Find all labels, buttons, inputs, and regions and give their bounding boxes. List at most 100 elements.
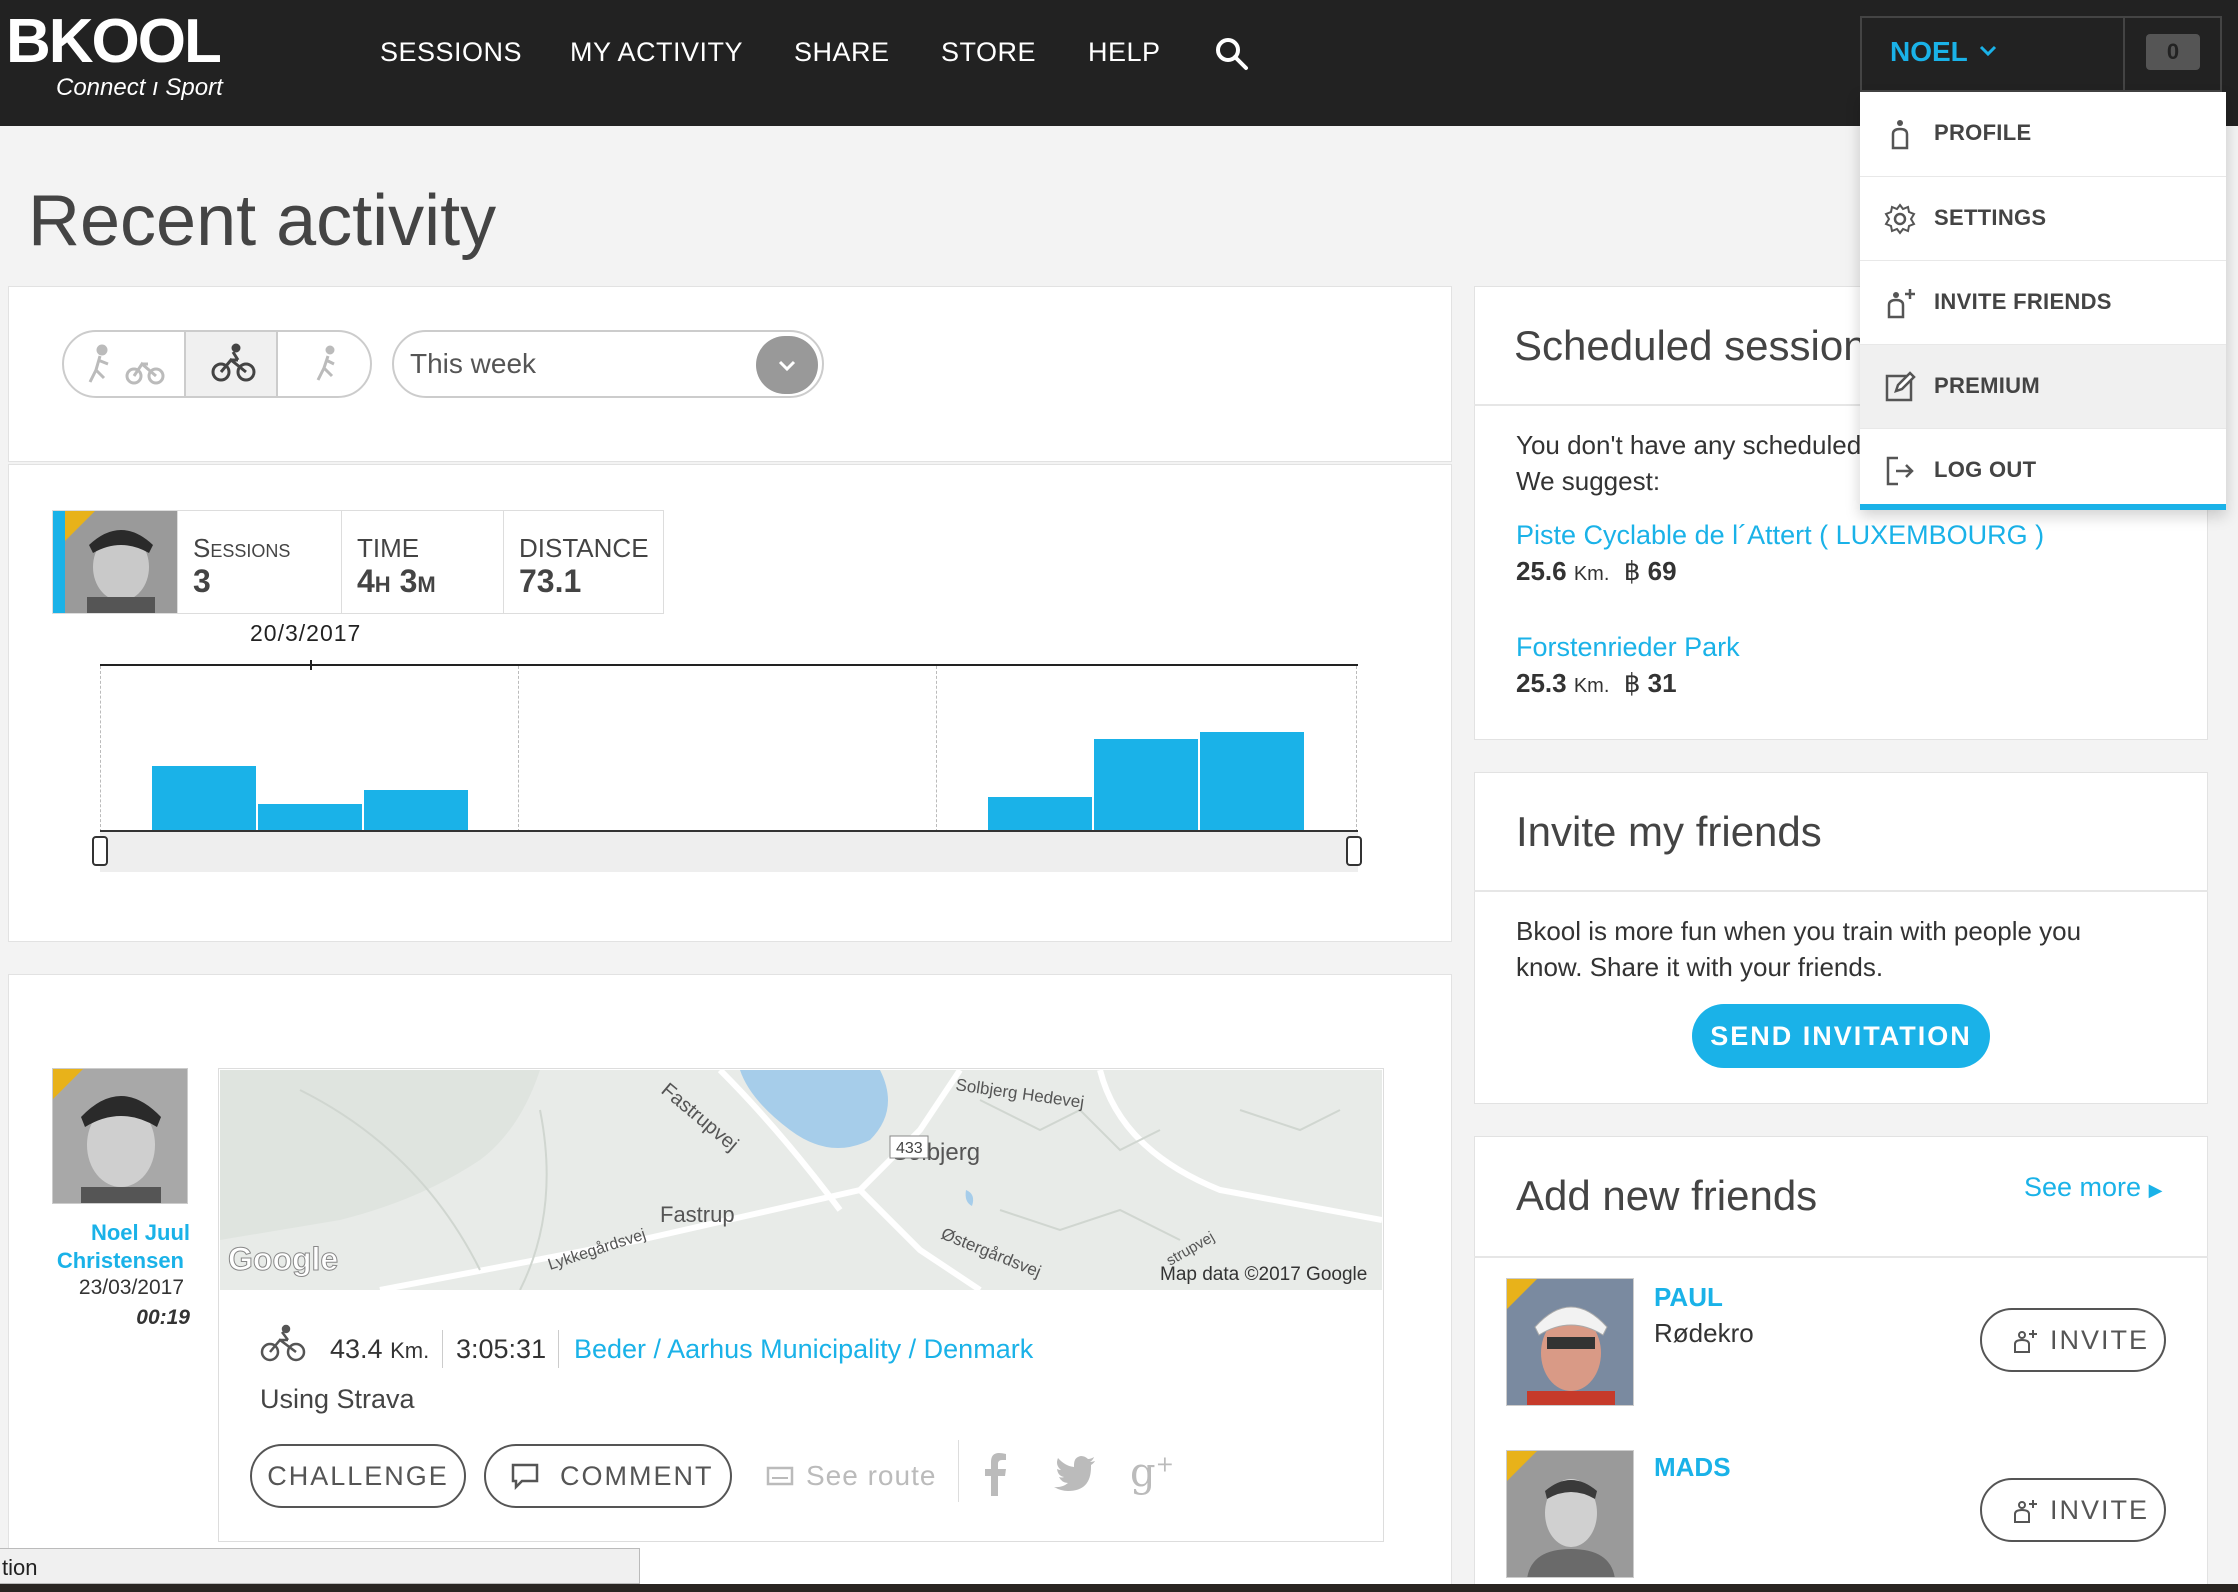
invite-mads-button[interactable]: INVITE — [1980, 1478, 2166, 1542]
arrow-right-icon: ▶ — [2148, 1180, 2163, 1200]
time-value: 4h 3m — [357, 563, 436, 599]
user-name[interactable]: NOEL — [1890, 36, 1968, 68]
map-road-number: 433 — [896, 1140, 923, 1157]
suggestion-1-stats: 25.6 Km. ฿ 69 — [1516, 556, 1677, 587]
range-slider-left-handle[interactable] — [92, 836, 108, 866]
challenge-button[interactable]: CHALLENGE — [250, 1444, 466, 1508]
map-attribution: Map data ©2017 Google — [1160, 1264, 1367, 1285]
friend-avatar-paul[interactable] — [1506, 1278, 1634, 1406]
status-bar-text: tion — [2, 1555, 38, 1580]
chart-bar[interactable] — [152, 766, 256, 832]
chart-bar[interactable] — [1200, 732, 1304, 832]
suggestion-1-unit: Km. — [1573, 563, 1610, 585]
chevron-down-icon[interactable] — [1978, 44, 1998, 58]
chart-bar[interactable] — [1094, 739, 1198, 832]
menu-item-premium[interactable]: PREMIUM — [1860, 344, 2226, 428]
distance-value: 73.1 — [519, 563, 582, 599]
stats-accent-bar — [53, 511, 65, 613]
activity-distance: 43.4 Km. — [330, 1334, 429, 1365]
messages-count-badge[interactable]: 0 — [2146, 34, 2200, 70]
menu-item-profile[interactable]: PROFILE — [1860, 92, 2226, 176]
send-invitation-button[interactable]: SEND INVITATION — [1692, 1004, 1990, 1068]
comment-button[interactable]: COMMENT — [484, 1444, 732, 1508]
running-tab[interactable] — [278, 332, 370, 396]
premium-corner-badge — [65, 511, 95, 541]
range-slider-right-handle[interactable] — [1346, 836, 1362, 866]
nav-store[interactable]: STORE — [941, 30, 1036, 74]
menu-item-log-out[interactable]: LOG OUT — [1860, 428, 2226, 512]
add-user-icon — [2012, 1328, 2038, 1361]
chart-bar[interactable] — [988, 797, 1092, 832]
chart-bar[interactable] — [364, 790, 468, 832]
period-value: This week — [410, 348, 537, 379]
route-icon[interactable] — [766, 1464, 794, 1488]
premium-corner-badge — [1507, 1451, 1537, 1481]
bkool-coin-icon: ฿ — [1623, 668, 1641, 698]
google-plus-icon[interactable]: g+ — [1130, 1450, 1174, 1496]
invite-text-line1: Bkool is more fun when you train with pe… — [1516, 916, 2082, 946]
twitter-icon[interactable] — [1054, 1456, 1096, 1492]
cycling-icon — [258, 1324, 310, 1364]
activity-user-name[interactable]: Noel Juul — [40, 1220, 190, 1246]
range-slider-track[interactable] — [100, 832, 1358, 872]
comment-icon — [510, 1462, 540, 1497]
activity-source: Using Strava — [260, 1384, 415, 1414]
nav-my-activity[interactable]: MY ACTIVITY — [570, 30, 743, 74]
cycling-tab[interactable] — [184, 332, 278, 396]
menu-item-label: PROFILE — [1934, 120, 2032, 145]
sessions-label: Sessions — [193, 533, 291, 563]
all-activities-tab[interactable] — [64, 332, 184, 396]
menu-item-invite-friends[interactable]: INVITE FRIENDS — [1860, 260, 2226, 344]
activity-user-avatar[interactable] — [52, 1068, 188, 1204]
bkool-coin-icon: ฿ — [1623, 556, 1641, 586]
nav-help[interactable]: HELP — [1088, 30, 1161, 74]
menu-item-settings[interactable]: SETTINGS — [1860, 176, 2226, 260]
premium-corner-badge — [53, 1069, 83, 1099]
friend-name-paul[interactable]: PAUL — [1654, 1282, 1723, 1313]
chart-bar[interactable] — [258, 804, 362, 832]
nav-share[interactable]: SHARE — [794, 30, 890, 74]
route-map[interactable]: Fastrupvej Solbjerg Hedevej Solbjerg Fas… — [220, 1070, 1382, 1290]
period-dropdown-button[interactable] — [756, 336, 818, 394]
nav-sessions[interactable]: SESSIONS — [380, 30, 522, 74]
suggestion-route-2[interactable]: Forstenrieder Park — [1516, 632, 1740, 663]
invite-paul-button[interactable]: INVITE — [1980, 1308, 2166, 1372]
see-route-link[interactable]: See route — [806, 1460, 936, 1492]
comment-label: COMMENT — [560, 1461, 714, 1491]
activity-duration: 3:05:31 — [456, 1334, 547, 1364]
friend-location-paul: Rødekro — [1654, 1318, 1754, 1348]
suggestion-2-km: 25.3 — [1516, 668, 1567, 698]
friend-name-mads[interactable]: MADS — [1654, 1452, 1731, 1483]
invite-label: INVITE — [2050, 1495, 2150, 1525]
activity-location-link[interactable]: Beder / Aarhus Municipality / Denmark — [574, 1334, 1033, 1365]
browser-status-bar: tion — [0, 1548, 640, 1584]
friend-avatar-mads[interactable] — [1506, 1450, 1634, 1578]
gear-icon — [1884, 203, 1916, 235]
suggestion-route-1[interactable]: Piste Cyclable de l´Attert ( LUXEMBOURG … — [1516, 520, 2044, 551]
page-title: Recent activity — [28, 181, 497, 261]
sessions-value: 3 — [193, 563, 211, 599]
menu-item-label: PREMIUM — [1934, 373, 2040, 398]
search-icon[interactable] — [1214, 36, 1250, 72]
logo-tagline: Connect ı Sport — [56, 74, 223, 101]
menu-item-label: INVITE FRIENDS — [1934, 289, 2112, 314]
activity-time: 00:19 — [136, 1306, 190, 1329]
suggestion-2-coins: 31 — [1647, 668, 1677, 698]
activity-date: 23/03/2017 — [78, 1276, 184, 1299]
no-sessions-message: You don't have any scheduled sessions. — [1516, 430, 1866, 460]
time-label: TIME — [357, 533, 420, 563]
see-more-link[interactable]: See more ▶ — [2024, 1172, 2162, 1203]
google-map-logo: Google — [228, 1241, 338, 1277]
stats-summary: Sessions 3 TIME 4h 3m DISTANCE 73.1 — [52, 510, 664, 614]
suggestion-2-unit: Km. — [1573, 675, 1610, 697]
activity-distance-unit: Km. — [390, 1338, 430, 1363]
user-dropdown-menu: PROFILE SETTINGS INVITE FRIENDS PREMIUM … — [1860, 92, 2226, 510]
edit-icon — [1884, 371, 1916, 403]
weekly-activity-chart — [92, 660, 1362, 874]
facebook-icon[interactable] — [980, 1452, 1012, 1496]
activity-type-selector — [62, 330, 372, 398]
bkool-logo[interactable]: BKOOL Connect ı Sport — [6, 6, 246, 106]
logo-wordmark: BKOOL — [6, 7, 222, 76]
activity-user-name-2[interactable]: Christensen — [40, 1248, 184, 1274]
suggestion-1-coins: 69 — [1647, 556, 1677, 586]
